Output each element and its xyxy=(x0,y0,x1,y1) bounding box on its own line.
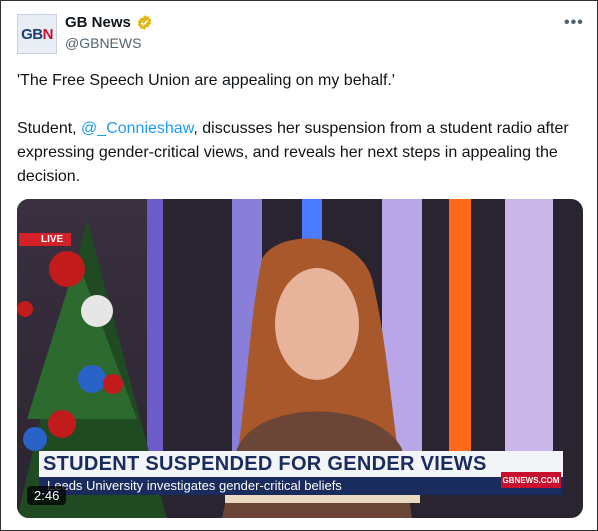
tweet-card[interactable]: GBN GB News @GBNEWS ••• 'The Free Speech… xyxy=(0,0,598,531)
tweet-text: 'The Free Speech Union are appealing on … xyxy=(17,69,587,189)
gbnews-logo: GBN xyxy=(21,25,53,43)
headline-text: STUDENT SUSPENDED FOR GENDER VIEWS xyxy=(43,453,487,475)
video-player[interactable]: LIVE STUDENT SUSPENDED FOR GENDER VIEWS … xyxy=(17,199,583,518)
verified-badge-icon xyxy=(137,15,152,30)
more-options-icon[interactable]: ••• xyxy=(564,14,584,32)
studio-light xyxy=(505,199,553,459)
tweet-paragraph-2: Student, @_Connieshaw, discusses her sus… xyxy=(17,120,569,185)
author-name[interactable]: GB News xyxy=(65,14,131,31)
subline-text: Leeds University investigates gender-cri… xyxy=(47,478,342,493)
avatar[interactable]: GBN xyxy=(17,14,57,54)
mention-link[interactable]: @_Connieshaw xyxy=(81,120,193,137)
channel-url-tag: GBNEWS.COM xyxy=(501,472,561,488)
video-duration: 2:46 xyxy=(27,486,67,505)
author-handle[interactable]: @GBNEWS xyxy=(65,35,141,51)
live-badge: LIVE xyxy=(19,233,72,246)
tweet-paragraph-1: 'The Free Speech Union are appealing on … xyxy=(17,72,395,89)
